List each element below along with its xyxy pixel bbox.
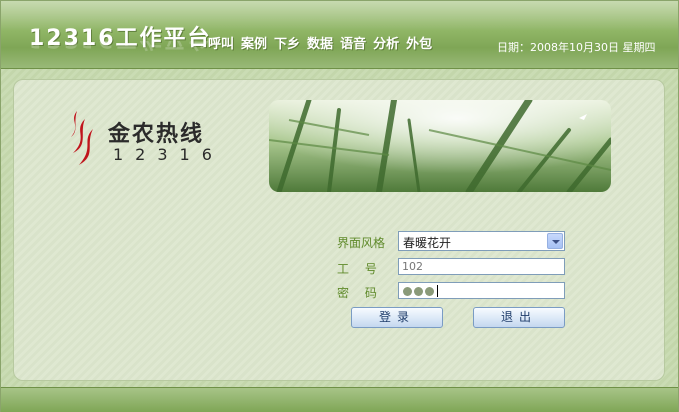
logo-digits: 12316: [113, 145, 224, 164]
login-button[interactable]: 登录: [351, 307, 443, 328]
chevron-down-icon[interactable]: [547, 233, 563, 249]
nav-item-data[interactable]: 数据: [307, 33, 333, 52]
header-bar: 12316工作平台 12316工作平台 呼叫 案例 下乡 数据 语音 分析 外包…: [1, 1, 678, 69]
style-select[interactable]: 春暖花开: [398, 231, 565, 251]
app-title-reflection: 12316工作平台: [29, 41, 212, 57]
login-page: 12316工作平台 12316工作平台 呼叫 案例 下乡 数据 语音 分析 外包…: [0, 0, 679, 412]
style-label: 界面风格: [337, 236, 386, 250]
date-display: 日期：2008年10月30日 星期四: [497, 41, 656, 54]
employee-id-input[interactable]: 102: [398, 258, 565, 275]
exit-button[interactable]: 退出: [473, 307, 565, 328]
nav-item-outsource[interactable]: 外包: [406, 33, 432, 52]
password-dot: [403, 287, 412, 296]
password-dot: [414, 287, 423, 296]
nav-item-countryside[interactable]: 下乡: [274, 33, 300, 52]
footer-bar: [1, 387, 678, 412]
nav-item-call[interactable]: 呼叫: [208, 33, 234, 52]
nav-item-analysis[interactable]: 分析: [373, 33, 399, 52]
password-input[interactable]: [398, 282, 565, 299]
style-select-value: 春暖花开: [403, 236, 452, 250]
bamboo-banner-image: [269, 100, 611, 192]
password-label: 密 码: [337, 286, 377, 300]
header-nav: 呼叫 案例 下乡 数据 语音 分析 外包: [208, 33, 432, 52]
text-caret: [437, 285, 438, 297]
password-dot: [425, 287, 434, 296]
nav-item-voice[interactable]: 语音: [340, 33, 366, 52]
logo-title: 金农热线: [108, 121, 205, 147]
employee-id-label: 工 号: [337, 262, 377, 276]
nav-item-cases[interactable]: 案例: [241, 33, 267, 52]
